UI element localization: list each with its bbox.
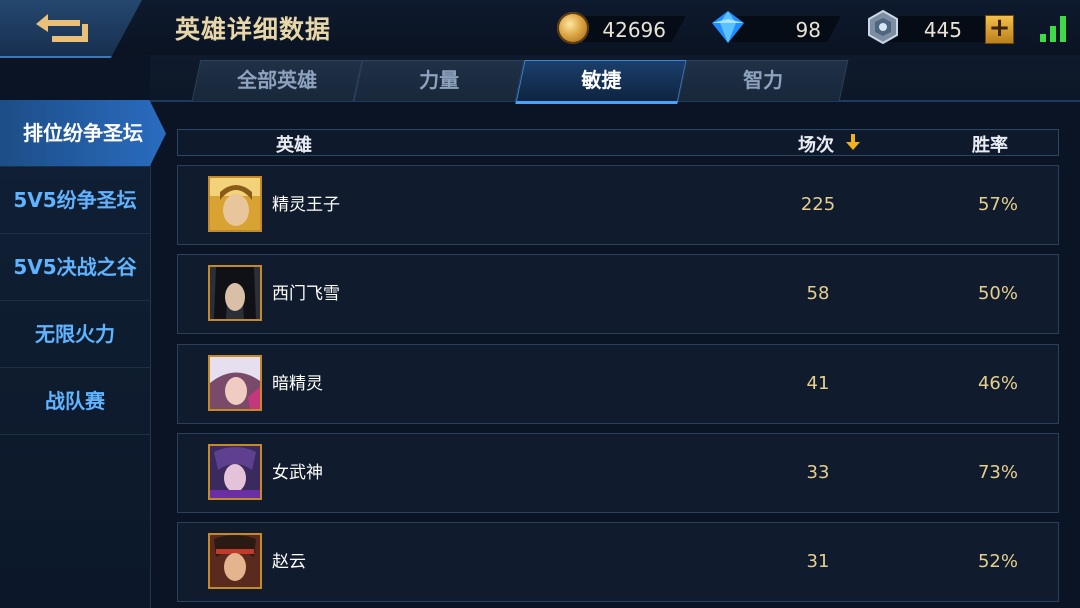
hero-name: 暗精灵: [272, 374, 323, 394]
hero-matches: 41: [806, 373, 830, 394]
sidebar-item-infinite-fire[interactable]: 无限火力: [0, 301, 150, 368]
tab-strength[interactable]: 力量: [353, 60, 525, 101]
hero-winrate: 46%: [977, 373, 1018, 394]
gold-coin-icon: [557, 12, 589, 44]
table-header: 英雄 场次 胜率: [177, 129, 1059, 156]
token-amount: 445: [923, 18, 962, 42]
hero-name: 赵云: [272, 552, 306, 572]
hero-portrait: [210, 178, 260, 230]
hero-portrait: [210, 446, 260, 498]
table-row[interactable]: 暗精灵 41 46%: [177, 344, 1059, 424]
hero-avatar: [208, 355, 262, 411]
hero-name: 西门飞雪: [272, 284, 340, 304]
column-header-matches[interactable]: 场次: [798, 131, 834, 157]
sidebar-item-5v5-valley[interactable]: 5V5决战之谷: [0, 234, 150, 301]
hero-avatar: [208, 265, 262, 321]
tab-all-heroes[interactable]: 全部英雄: [191, 60, 363, 101]
table-row[interactable]: 西门飞雪 58 50%: [177, 254, 1059, 334]
tab-intelligence[interactable]: 智力: [677, 60, 849, 101]
tab-label: 智力: [743, 68, 784, 92]
hero-avatar: [208, 533, 262, 589]
table-row[interactable]: 女武神 33 73%: [177, 433, 1059, 513]
tab-label: 力量: [419, 68, 460, 92]
hero-matches: 225: [800, 194, 836, 215]
hero-matches: 33: [806, 462, 830, 483]
hero-winrate: 50%: [977, 283, 1018, 304]
hero-name: 精灵王子: [272, 195, 340, 215]
signal-icon: [1040, 16, 1070, 42]
hero-avatar: [208, 176, 262, 232]
hero-portrait: [210, 267, 260, 319]
hero-matches: 58: [806, 283, 830, 304]
hero-name: 女武神: [272, 463, 323, 483]
add-token-button[interactable]: +: [985, 15, 1014, 44]
hero-portrait: [210, 535, 260, 587]
sidebar-item-team-match[interactable]: 战队赛: [0, 368, 150, 435]
tab-label: 全部英雄: [237, 68, 318, 92]
diamond-amount: 98: [795, 18, 821, 42]
column-header-hero: 英雄: [276, 135, 312, 156]
hero-winrate: 52%: [977, 551, 1018, 572]
hero-winrate: 73%: [977, 462, 1018, 483]
category-tabs: 全部英雄 力量 敏捷 智力: [150, 55, 1080, 104]
tab-label: 敏捷: [581, 68, 622, 92]
diamond-icon: [712, 11, 744, 43]
hero-avatar: [208, 444, 262, 500]
mode-sidebar: 排位纷争圣坛 5V5纷争圣坛 5V5决战之谷 无限火力 战队赛: [0, 100, 166, 608]
table-row[interactable]: 精灵王子 225 57%: [177, 165, 1059, 245]
page-title: 英雄详细数据: [175, 15, 332, 44]
hero-portrait: [210, 357, 260, 409]
sidebar-item-5v5-arena[interactable]: 5V5纷争圣坛: [0, 167, 150, 234]
column-header-winrate: 胜率: [972, 135, 1008, 156]
back-button[interactable]: [0, 0, 142, 58]
gold-amount: 42696: [602, 18, 666, 42]
table-row[interactable]: 赵云 31 52%: [177, 522, 1059, 602]
sidebar-item-ranked-arena[interactable]: 排位纷争圣坛: [0, 100, 166, 167]
sort-down-icon[interactable]: [846, 134, 860, 150]
hero-matches: 31: [806, 551, 830, 572]
back-arrow-icon: [36, 14, 88, 42]
tab-agility[interactable]: 敏捷: [515, 60, 687, 104]
token-icon: [868, 10, 898, 44]
hero-winrate: 57%: [977, 194, 1018, 215]
top-bar: 英雄详细数据 42696 98 445 +: [0, 0, 1080, 58]
